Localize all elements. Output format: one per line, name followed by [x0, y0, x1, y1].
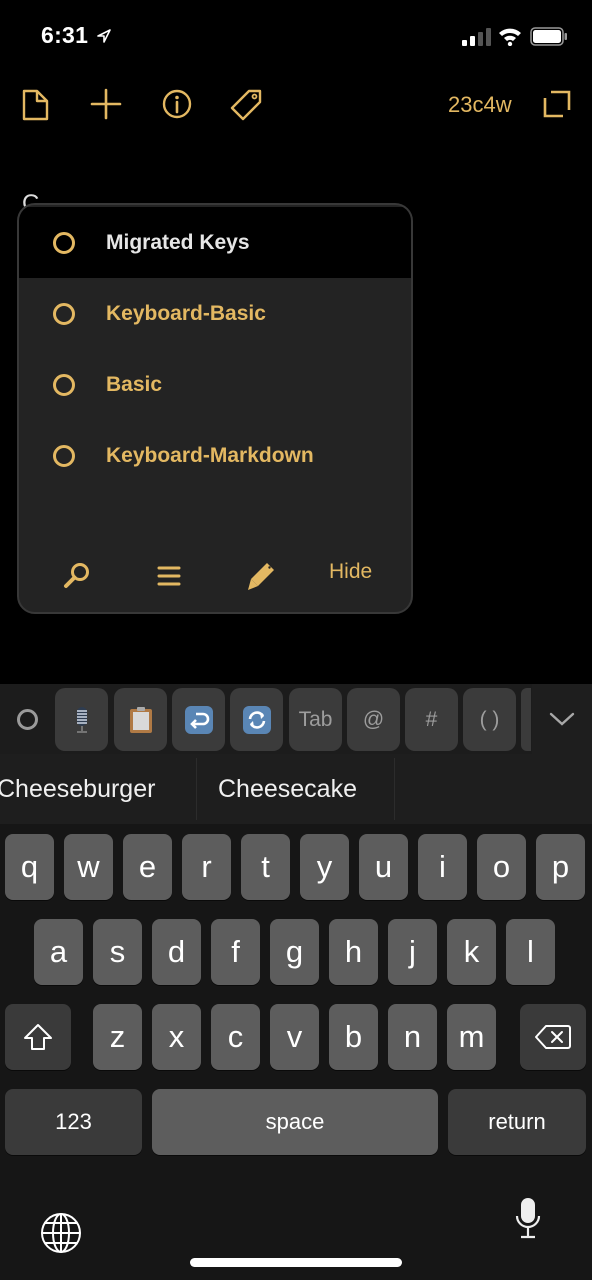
undo-button[interactable]: [172, 688, 225, 751]
refresh-emoji-icon: [242, 705, 271, 734]
suggestion-bar: Cheeseburger Cheesecake: [0, 754, 592, 824]
radio-ring-icon: [53, 373, 75, 396]
key-n[interactable]: n: [388, 1004, 437, 1070]
list-icon[interactable]: [153, 560, 185, 592]
pencil-icon[interactable]: [245, 560, 277, 592]
microphone-icon[interactable]: [514, 1196, 542, 1240]
character-word-count[interactable]: 23c4w: [448, 92, 512, 118]
suggestion-item[interactable]: Cheesecake: [218, 754, 357, 824]
numbers-key[interactable]: 123: [5, 1089, 142, 1155]
return-key[interactable]: return: [448, 1089, 586, 1155]
dictation-button[interactable]: [55, 688, 108, 751]
shift-key[interactable]: [5, 1004, 71, 1070]
shift-arrow-icon: [24, 1024, 52, 1050]
key-u[interactable]: u: [359, 834, 408, 900]
tag-icon[interactable]: [229, 86, 265, 122]
clipboard-emoji-icon: [129, 706, 152, 733]
info-icon[interactable]: [159, 86, 195, 122]
key-r[interactable]: r: [182, 834, 231, 900]
status-time: 6:31: [41, 22, 89, 48]
collapse-toolbar-button[interactable]: [532, 684, 592, 754]
key-y[interactable]: y: [300, 834, 349, 900]
backspace-icon: [535, 1025, 571, 1049]
key-g[interactable]: g: [270, 919, 319, 985]
expand-icon[interactable]: [540, 86, 576, 122]
battery-icon: [530, 27, 567, 46]
app-toolbar: 23c4w: [0, 80, 592, 130]
key-d[interactable]: d: [152, 919, 201, 985]
key-h[interactable]: h: [329, 919, 378, 985]
document-icon[interactable]: [18, 86, 54, 122]
key-a[interactable]: a: [34, 919, 83, 985]
redo-button[interactable]: [230, 688, 283, 751]
space-key[interactable]: space: [152, 1089, 438, 1155]
plus-icon[interactable]: [88, 86, 124, 122]
key-s[interactable]: s: [93, 919, 142, 985]
popup-item-label: Keyboard-Markdown: [106, 443, 314, 467]
microphone-emoji-icon: [76, 706, 87, 733]
key-q[interactable]: q: [5, 834, 54, 900]
home-indicator[interactable]: [190, 1258, 402, 1267]
key-k[interactable]: k: [447, 919, 496, 985]
cellular-signal-icon: [462, 28, 491, 46]
popup-item-keyboard-basic[interactable]: Keyboard-Basic: [19, 278, 411, 349]
toolbar-overflow-button[interactable]: [521, 688, 531, 751]
search-icon[interactable]: [61, 560, 93, 592]
suggestion-divider: [196, 758, 197, 820]
popup-item-migrated-keys[interactable]: Migrated Keys: [19, 207, 411, 278]
key-f[interactable]: f: [211, 919, 260, 985]
popup-item-keyboard-markdown[interactable]: Keyboard-Markdown: [19, 420, 411, 491]
chevron-down-icon: [549, 712, 575, 726]
popup-item-basic[interactable]: Basic: [19, 349, 411, 420]
key-t[interactable]: t: [241, 834, 290, 900]
popup-footer: Hide: [19, 540, 411, 612]
key-j[interactable]: j: [388, 919, 437, 985]
at-button[interactable]: @: [347, 688, 400, 751]
radio-ring-icon: [53, 302, 75, 325]
key-z[interactable]: z: [93, 1004, 142, 1070]
hash-button[interactable]: #: [405, 688, 458, 751]
wifi-icon: [499, 28, 521, 46]
key-i[interactable]: i: [418, 834, 467, 900]
key-v[interactable]: v: [270, 1004, 319, 1070]
status-bar: 6:31: [0, 0, 592, 72]
key-o[interactable]: o: [477, 834, 526, 900]
key-x[interactable]: x: [152, 1004, 201, 1070]
circle-toggle-icon[interactable]: [17, 709, 38, 730]
hide-button[interactable]: Hide: [329, 560, 372, 584]
keyboard-layout-popup: Migrated Keys Keyboard-Basic Basic Keybo…: [17, 203, 413, 614]
delete-key[interactable]: [520, 1004, 586, 1070]
popup-item-label: Keyboard-Basic: [106, 301, 266, 325]
key-w[interactable]: w: [64, 834, 113, 900]
key-c[interactable]: c: [211, 1004, 260, 1070]
tab-button[interactable]: Tab: [289, 688, 342, 751]
return-arrow-emoji-icon: [184, 705, 213, 734]
suggestion-item[interactable]: Cheeseburger: [0, 754, 155, 824]
clipboard-button[interactable]: [114, 688, 167, 751]
suggestion-divider: [394, 758, 395, 820]
key-e[interactable]: e: [123, 834, 172, 900]
popup-item-label: Basic: [106, 372, 163, 396]
location-arrow-icon: [97, 29, 111, 43]
parentheses-button[interactable]: ( ): [463, 688, 516, 751]
key-m[interactable]: m: [447, 1004, 496, 1070]
key-l[interactable]: l: [506, 919, 555, 985]
globe-icon[interactable]: [40, 1212, 82, 1254]
key-b[interactable]: b: [329, 1004, 378, 1070]
radio-ring-icon: [53, 444, 75, 467]
radio-ring-icon: [53, 231, 75, 254]
key-p[interactable]: p: [536, 834, 585, 900]
popup-item-label: Migrated Keys: [106, 230, 250, 254]
keyboard: Tab @ # ( ) Cheeseburger Cheesecake qwer…: [0, 684, 592, 1280]
keyboard-toolbar: Tab @ # ( ): [0, 684, 592, 754]
